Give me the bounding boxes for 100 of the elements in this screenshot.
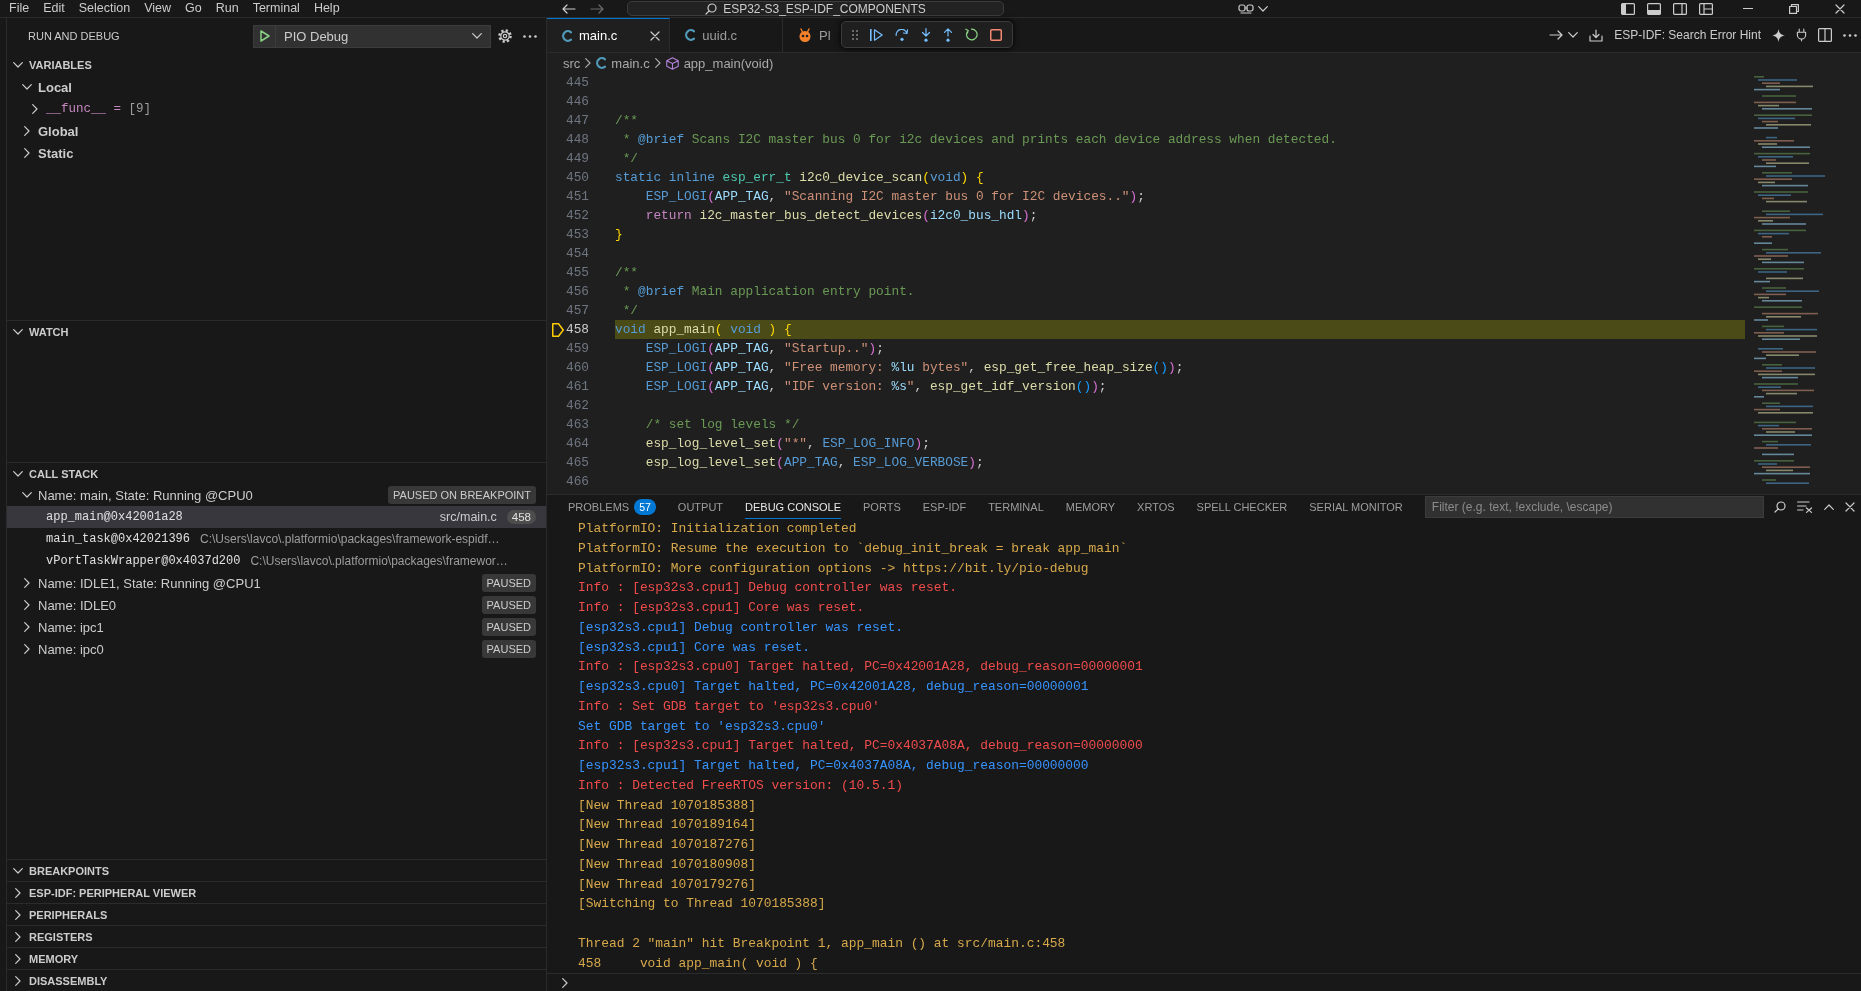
drag-handle-icon[interactable] (852, 29, 858, 40)
chevron-right-icon[interactable] (24, 148, 30, 158)
chevron-down-icon[interactable] (1258, 5, 1268, 12)
editor-tab[interactable]: uuid.c (670, 18, 783, 52)
menu-item[interactable]: Help (306, 0, 347, 17)
filter-field[interactable]: Filter (e.g. text, !exclude, \escape) (1424, 496, 1764, 518)
restore-icon[interactable] (1789, 3, 1799, 14)
panel-tab[interactable]: PORTS (863, 495, 901, 519)
tree-item[interactable]: Global (7, 120, 546, 142)
step-into-icon[interactable] (921, 27, 931, 42)
chevron-down-icon[interactable] (472, 33, 482, 39)
section-header[interactable]: DISASSEMBLY (7, 969, 546, 991)
chevron-right-icon[interactable] (32, 104, 38, 114)
arrow-left-icon[interactable] (562, 3, 576, 14)
thread-item[interactable]: Name: IDLE1, State: Running @CPU1 PAUSED (7, 572, 546, 594)
thread-item[interactable]: Name: ipc1 PAUSED (7, 616, 546, 638)
chevron-down-icon[interactable] (13, 470, 23, 477)
chevron-down-icon[interactable] (1568, 32, 1579, 38)
chevron-down-icon[interactable] (22, 492, 32, 498)
chevron-down-icon[interactable] (13, 328, 23, 335)
section-header[interactable]: REGISTERS (7, 925, 546, 947)
bottom-pane-icon[interactable] (1647, 2, 1661, 15)
chevron-right-icon[interactable] (15, 909, 21, 920)
thread-item[interactable]: Name: IDLE0 PAUSED (7, 594, 546, 616)
restart-icon[interactable] (965, 28, 978, 41)
chevron-right-icon[interactable] (24, 644, 30, 654)
chevron-right-icon[interactable] (24, 600, 30, 610)
section-header[interactable]: ESP-IDF: PERIPHERAL VIEWER (7, 881, 546, 903)
left-pane-icon[interactable] (1621, 2, 1635, 15)
goggles-icon[interactable] (1238, 3, 1254, 14)
section-header[interactable]: VARIABLES (7, 54, 546, 76)
chevron-right-icon[interactable] (24, 622, 30, 632)
chevron-down-icon[interactable] (22, 84, 32, 90)
search-icon[interactable] (1774, 501, 1786, 513)
command-center[interactable]: ESP32-S3_ESP-IDF_COMPONENTS (627, 1, 1004, 16)
panel-tab[interactable]: XRTOS (1137, 495, 1175, 519)
breadcrumb-item[interactable]: src (563, 55, 581, 71)
breadcrumb-item[interactable]: app_main(void) (665, 55, 774, 71)
tree-item[interactable]: Static (7, 142, 546, 164)
minimap-drawing[interactable] (1754, 76, 1825, 484)
clear-list-icon[interactable] (1797, 501, 1813, 513)
stack-frame[interactable]: app_main@0x42001a28 src/main.c 458 (7, 506, 546, 528)
section-header[interactable]: BREAKPOINTS (7, 859, 546, 881)
chevron-up-icon[interactable] (1824, 504, 1834, 510)
editor-action-button[interactable]: ESP-IDF: Search Error Hint (1614, 28, 1761, 42)
stack-frame[interactable]: main_task@0x42021396 C:\Users\lavco\.platformio\packages\framework-espidf… (7, 528, 546, 550)
panel-tab[interactable]: ESP-IDF (922, 495, 967, 519)
menu-item[interactable]: Run (208, 0, 246, 17)
chevron-down-icon[interactable] (13, 867, 23, 874)
menu-item[interactable]: Terminal (245, 0, 307, 17)
panel-tab[interactable]: SERIAL MONITOR (1309, 495, 1403, 519)
step-out-icon[interactable] (943, 27, 953, 42)
close-icon[interactable] (1845, 502, 1855, 512)
settings-icon[interactable] (497, 28, 513, 44)
step-over-icon[interactable] (895, 28, 909, 41)
section-header[interactable]: PERIPHERALS (7, 903, 546, 925)
variable-item[interactable]: __func__ = [9] (7, 98, 546, 120)
breadcrumb-item[interactable]: main.c (596, 55, 650, 71)
download-tray-icon[interactable] (1589, 28, 1604, 42)
panel-tab[interactable]: PROBLEMS 57 (568, 495, 656, 519)
section-header[interactable]: WATCH (7, 320, 546, 342)
continue-icon[interactable] (870, 28, 883, 41)
more-icon[interactable] (1843, 33, 1857, 37)
sparkle-icon[interactable] (1772, 28, 1785, 42)
chevron-right-icon[interactable] (24, 126, 30, 136)
panel-tab[interactable]: MEMORY (1065, 495, 1116, 519)
menu-item[interactable]: Selection (71, 0, 138, 17)
editor-tab[interactable]: main.c (547, 18, 671, 52)
close-icon[interactable] (650, 30, 661, 41)
tree-item[interactable]: Local (7, 76, 546, 98)
thread-item[interactable]: Name: ipc0 PAUSED (7, 638, 546, 660)
console-input-field[interactable] (547, 973, 1861, 991)
thread-item[interactable]: Name: main, State: Running @CPU0 PAUSED ON BREAKPOINT (7, 484, 546, 506)
chevron-down-icon[interactable] (13, 62, 23, 68)
layout-icon[interactable] (1699, 2, 1713, 15)
chevron-right-icon[interactable] (15, 931, 21, 942)
chevron-right-icon[interactable] (15, 953, 21, 964)
split-editor-icon[interactable] (1818, 28, 1832, 42)
panel-tab[interactable]: OUTPUT (677, 495, 724, 519)
chevron-right-icon[interactable] (15, 975, 21, 986)
panel-tab[interactable]: DEBUG CONSOLE (745, 495, 842, 519)
plug-icon[interactable] (1796, 28, 1807, 42)
panel-tab[interactable]: SPELL CHECKER (1196, 495, 1288, 519)
editor-tab[interactable]: Pl (783, 18, 835, 52)
menu-item[interactable]: Go (178, 0, 209, 17)
play-icon[interactable] (259, 30, 270, 42)
chevron-right-icon[interactable] (24, 578, 30, 588)
launch-config-dropdown[interactable]: PIO Debug (253, 24, 491, 48)
menu-item[interactable]: View (137, 0, 178, 17)
section-header[interactable]: MEMORY (7, 947, 546, 969)
close-icon[interactable] (1835, 3, 1845, 14)
right-pane-icon[interactable] (1673, 2, 1687, 15)
chevron-right-icon[interactable] (15, 887, 21, 898)
stack-frame[interactable]: vPortTaskWrapper@0x4037d200 C:\Users\lavco\.platformio\packages\framewor… (7, 550, 546, 572)
section-header[interactable]: CALL STACK (7, 462, 546, 484)
panel-tab[interactable]: TERMINAL (988, 495, 1044, 519)
breakpoint-arrow-icon[interactable] (552, 322, 564, 337)
more-icon[interactable] (523, 34, 537, 38)
menu-item[interactable]: File (2, 0, 37, 17)
menu-item[interactable]: Edit (36, 0, 72, 17)
